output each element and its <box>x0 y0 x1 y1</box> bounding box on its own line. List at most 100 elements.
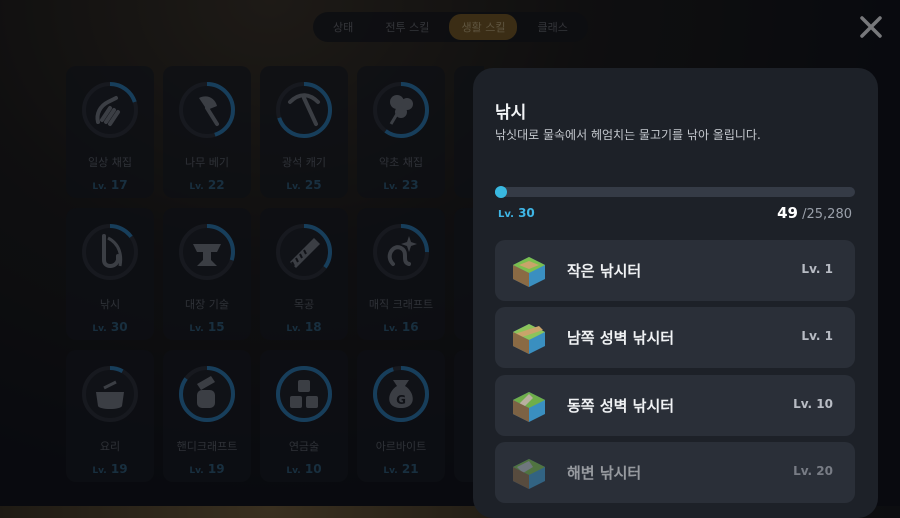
skill-level: Lv. 15 <box>163 320 251 334</box>
skill-progress-ring <box>82 224 138 280</box>
skill-level-value: 22 <box>207 178 225 192</box>
skill-level-value: 15 <box>207 320 225 334</box>
skill-card[interactable]: 나무 베기 Lv. 22 <box>163 66 251 198</box>
skill-name: 매직 크래프트 <box>368 298 434 311</box>
skill-name: 연금술 <box>288 440 320 453</box>
skill-name: 목공 <box>293 298 315 311</box>
skill-progress-ring <box>179 82 235 138</box>
skill-name: 약초 채집 <box>379 156 423 169</box>
skill-level: Lv. 25 <box>260 178 348 192</box>
skill-level: Lv. 21 <box>357 462 445 476</box>
skill-name: 낚시 <box>99 298 121 311</box>
skill-detail-panel: 낚시 낚싯대로 물속에서 헤엄치는 물고기를 낚아 올립니다. Lv. 30 4… <box>473 68 878 518</box>
skill-progress-ring <box>276 82 332 138</box>
close-icon <box>860 16 882 38</box>
skill-level-prefix: Lv. <box>383 324 398 334</box>
skill-level-value: 16 <box>401 320 419 334</box>
skill-level: Lv. 23 <box>357 178 445 192</box>
skill-level-prefix: Lv. <box>383 466 398 476</box>
skill-card[interactable]: 광석 캐기 Lv. 25 <box>260 66 348 198</box>
skill-level-prefix: Lv. <box>286 324 301 334</box>
level-value: 30 <box>518 206 535 220</box>
fishing-spot-thumbnail <box>509 386 549 426</box>
skill-level: Lv. 16 <box>357 320 445 334</box>
skill-level-value: 19 <box>207 462 225 476</box>
skill-detail-level: Lv. 30 <box>498 206 535 220</box>
skill-level-prefix: Lv. <box>383 182 398 192</box>
skill-progress-ring <box>179 366 235 422</box>
skill-level-value: 23 <box>401 178 419 192</box>
skill-level-prefix: Lv. <box>189 182 204 192</box>
skill-level: Lv. 22 <box>163 178 251 192</box>
skill-name: 핸디크래프트 <box>176 440 238 453</box>
skill-card[interactable]: G 아르바이트 Lv. 21 <box>357 350 445 482</box>
exp-current: 49 <box>777 204 798 222</box>
skill-level: Lv. 19 <box>163 462 251 476</box>
skill-name: 광석 캐기 <box>282 156 326 169</box>
skill-level-value: 25 <box>304 178 322 192</box>
skill-level-prefix: Lv. <box>189 466 204 476</box>
skill-level: Lv. 10 <box>260 462 348 476</box>
tab-bar: 상태 전투 스킬 생활 스킬 클래스 <box>313 12 588 42</box>
skill-progress-ring <box>276 224 332 280</box>
skill-card[interactable]: 매직 크래프트 Lv. 16 <box>357 208 445 340</box>
skill-name: 일상 채집 <box>88 156 132 169</box>
fishing-spot-item[interactable]: 작은 낚시터 Lv. 1 <box>495 240 855 301</box>
fishing-spot-name: 남쪽 성벽 낚시터 <box>567 329 675 347</box>
skill-card[interactable]: 일상 채집 Lv. 17 <box>66 66 154 198</box>
skill-level-prefix: Lv. <box>189 324 204 334</box>
fishing-spot-thumbnail <box>509 251 549 291</box>
skill-level: Lv. 30 <box>66 320 154 334</box>
close-button[interactable] <box>858 14 884 40</box>
skill-level: Lv. 17 <box>66 178 154 192</box>
fishing-spot-level: Lv. 10 <box>793 397 833 411</box>
fishing-spot-level: Lv. 20 <box>793 464 833 478</box>
fishing-spot-item[interactable]: 해변 낚시터 Lv. 20 <box>495 442 855 503</box>
tab-status[interactable]: 상태 <box>321 14 365 40</box>
skill-level-prefix: Lv. <box>286 466 301 476</box>
skill-card[interactable]: 대장 기술 Lv. 15 <box>163 208 251 340</box>
skill-name: 아르바이트 <box>375 440 427 453</box>
fishing-spot-item[interactable]: 남쪽 성벽 낚시터 Lv. 1 <box>495 307 855 368</box>
skill-progress-ring <box>82 82 138 138</box>
skill-card[interactable]: 약초 채집 Lv. 23 <box>357 66 445 198</box>
fishing-spot-name: 해변 낚시터 <box>567 464 642 482</box>
skill-level-value: 19 <box>110 462 128 476</box>
skill-name: 대장 기술 <box>185 298 229 311</box>
fishing-spot-name: 작은 낚시터 <box>567 262 642 280</box>
skill-progress-ring <box>82 366 138 422</box>
skill-level-value: 21 <box>401 462 419 476</box>
tab-combat-skills[interactable]: 전투 스킬 <box>373 14 441 40</box>
skill-progress-ring <box>179 224 235 280</box>
skill-level-prefix: Lv. <box>286 182 301 192</box>
skill-level: Lv. 18 <box>260 320 348 334</box>
skill-card[interactable]: 연금술 Lv. 10 <box>260 350 348 482</box>
skill-detail-title: 낚시 <box>495 103 527 123</box>
skill-level-prefix: Lv. <box>92 466 107 476</box>
skill-progress-ring <box>373 82 429 138</box>
fishing-spot-name: 동쪽 성벽 낚시터 <box>567 397 675 415</box>
exp-progress-knob <box>495 186 507 198</box>
level-prefix: Lv. <box>498 209 514 220</box>
skill-card[interactable]: 낚시 Lv. 30 <box>66 208 154 340</box>
skill-progress-ring <box>276 366 332 422</box>
skill-progress-ring: G <box>373 366 429 422</box>
tab-life-skills[interactable]: 생활 스킬 <box>449 14 518 40</box>
skill-name: 나무 베기 <box>185 156 229 169</box>
skill-level: Lv. 19 <box>66 462 154 476</box>
fishing-spot-level: Lv. 1 <box>801 262 833 276</box>
tab-class[interactable]: 클래스 <box>526 14 580 40</box>
fishing-spot-item[interactable]: 동쪽 성벽 낚시터 Lv. 10 <box>495 375 855 436</box>
exp-readout: 49 /25,280 <box>777 204 852 222</box>
skill-level-prefix: Lv. <box>92 182 107 192</box>
skill-level-value: 30 <box>110 320 128 334</box>
skill-level-value: 18 <box>304 320 322 334</box>
skill-card[interactable]: 목공 Lv. 18 <box>260 208 348 340</box>
exp-total: /25,280 <box>802 207 852 222</box>
skill-card[interactable]: 요리 Lv. 19 <box>66 350 154 482</box>
skill-detail-description: 낚싯대로 물속에서 헤엄치는 물고기를 낚아 올립니다. <box>495 128 761 142</box>
svg-text:G: G <box>396 393 406 407</box>
skill-name: 요리 <box>99 440 121 453</box>
skill-card[interactable]: 핸디크래프트 Lv. 19 <box>163 350 251 482</box>
fishing-spot-thumbnail <box>509 318 549 358</box>
